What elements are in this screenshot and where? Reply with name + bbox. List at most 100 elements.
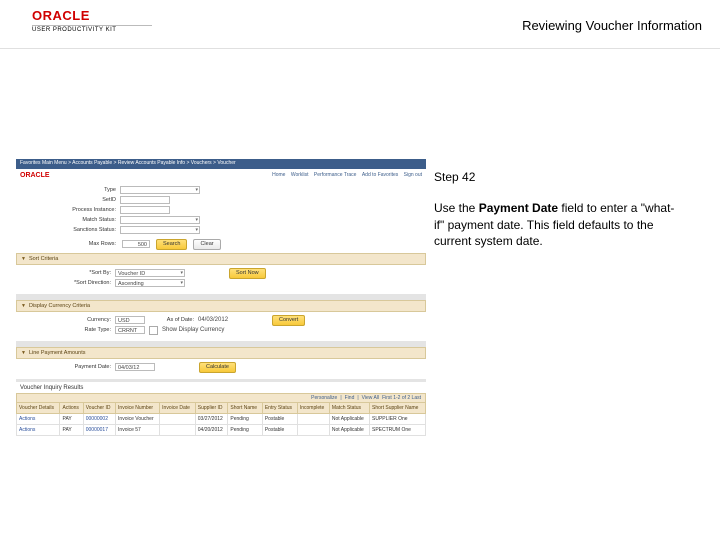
as-of-date-label: As of Date: [149, 317, 194, 323]
sort-criteria-body: *Sort By: Voucher ID *Sort Direction: As… [16, 265, 426, 294]
col-incomplete[interactable]: Incomplete [297, 403, 329, 414]
show-display-checkbox[interactable] [149, 326, 158, 335]
brand-logo: ORACLE USER PRODUCTIVITY KIT [32, 8, 152, 33]
currency-input[interactable]: USD [115, 316, 145, 324]
cell [160, 425, 196, 436]
process-instance-label: Process Instance: [56, 207, 116, 213]
sort-direction-input[interactable]: Ascending [115, 279, 185, 287]
sanctions-status-label: Sanctions Status: [56, 227, 116, 233]
pager-personalize[interactable]: Personalize [311, 395, 337, 401]
sort-by-label: *Sort By: [56, 270, 111, 276]
setid-input[interactable] [120, 196, 170, 204]
collapse-icon: ▼ [21, 301, 26, 311]
voucher-app: Favorites Main Menu > Accounts Payable >… [16, 159, 426, 436]
cell: PAY [60, 414, 83, 425]
cell: Pending [228, 414, 262, 425]
cell[interactable]: 00000002 [83, 414, 115, 425]
col-match-status[interactable]: Match Status [329, 403, 369, 414]
cell: Invoice 57 [116, 425, 160, 436]
link-home[interactable]: Home [272, 172, 285, 178]
cell: Invoice Voucher [116, 414, 160, 425]
cell: PAY [60, 425, 83, 436]
display-currency-body: Currency: USD As of Date: 04/03/2012 Rat… [16, 312, 426, 341]
cell: Postable [262, 425, 297, 436]
cell-actions-link[interactable]: Actions [17, 414, 60, 425]
section-display-currency[interactable]: ▼ Display Currency Criteria [16, 300, 426, 312]
cell [160, 414, 196, 425]
cell [297, 414, 329, 425]
col-invoice-number[interactable]: Invoice Number [116, 403, 160, 414]
app-breadcrumb: Favorites Main Menu > Accounts Payable >… [16, 159, 426, 169]
col-supplier-name[interactable]: Short Supplier Name [370, 403, 426, 414]
col-entry-status[interactable]: Entry Status [262, 403, 297, 414]
app-header-row: ORACLE Home Worklist Performance Trace A… [16, 169, 426, 181]
payment-date-label: Payment Date: [56, 364, 111, 370]
link-add-favorites[interactable]: Add to Favorites [362, 172, 398, 178]
payment-date-input[interactable]: 04/03/12 [115, 363, 155, 371]
col-voucher-details[interactable]: Voucher Details [17, 403, 60, 414]
as-of-date-value: 04/03/2012 [198, 317, 228, 323]
results-table: Voucher Details Actions Voucher ID Invoi… [16, 402, 426, 436]
app-header-links: Home Worklist Performance Trace Add to F… [268, 172, 422, 178]
cell: Not Applicable [329, 414, 369, 425]
pager-viewall[interactable]: View All [362, 395, 379, 401]
section-line-payment[interactable]: ▼ Line Payment Amounts [16, 347, 426, 359]
brand-text: ORACLE [32, 8, 152, 23]
rate-type-label: Rate Type: [56, 327, 111, 333]
collapse-icon: ▼ [21, 348, 26, 358]
sanctions-status-input[interactable] [120, 226, 200, 234]
main-area: Favorites Main Menu > Accounts Payable >… [0, 49, 720, 436]
cell: SUPPLIER One [370, 414, 426, 425]
link-perf-trace[interactable]: Performance Trace [314, 172, 357, 178]
sort-now-button[interactable]: Sort Now [229, 268, 266, 279]
collapse-icon: ▼ [21, 254, 26, 264]
search-form: Type SetID Process Instance: Match Statu… [16, 181, 426, 253]
results-pager: Personalize| Find| View All First 1-2 of… [16, 393, 426, 402]
table-header-row: Voucher Details Actions Voucher ID Invoi… [17, 403, 426, 414]
table-row[interactable]: Actions PAY 00000002 Invoice Voucher 03/… [17, 414, 426, 425]
cell-actions-link[interactable]: Actions [17, 425, 60, 436]
rate-type-input[interactable]: CRRNT [115, 326, 145, 334]
cell [297, 425, 329, 436]
brand-subtext: USER PRODUCTIVITY KIT [32, 25, 152, 33]
type-input[interactable] [120, 186, 200, 194]
cell[interactable]: 00000017 [83, 425, 115, 436]
instr-bold: Payment Date [479, 201, 558, 215]
sort-criteria-title: Sort Criteria [29, 254, 58, 264]
max-rows-label: Max Rows: [56, 241, 116, 247]
match-status-input[interactable] [120, 216, 200, 224]
section-sort-criteria[interactable]: ▼ Sort Criteria [16, 253, 426, 265]
type-label: Type [56, 187, 116, 193]
convert-button[interactable]: Convert [272, 315, 305, 326]
col-supplier-id[interactable]: Supplier ID [195, 403, 228, 414]
search-button[interactable]: Search [156, 239, 187, 250]
col-voucher-id[interactable]: Voucher ID [83, 403, 115, 414]
topic-title: Reviewing Voucher Information [522, 18, 702, 33]
clear-button[interactable]: Clear [193, 239, 220, 250]
table-row[interactable]: Actions PAY 00000017 Invoice 57 04/20/20… [17, 425, 426, 436]
instruction-text: Use the Payment Date field to enter a "w… [434, 200, 684, 250]
sort-by-input[interactable]: Voucher ID [115, 269, 185, 277]
pager-range: First 1-2 of 2 Last [382, 395, 421, 401]
pager-find[interactable]: Find [345, 395, 355, 401]
cell: SPECTRUM One [370, 425, 426, 436]
cell: 04/20/2012 [195, 425, 228, 436]
col-short-name[interactable]: Short Name [228, 403, 262, 414]
link-worklist[interactable]: Worklist [291, 172, 309, 178]
link-signout[interactable]: Sign out [404, 172, 422, 178]
col-actions[interactable]: Actions [60, 403, 83, 414]
line-payment-title: Line Payment Amounts [29, 348, 86, 358]
step-label: Step 42 [434, 169, 684, 186]
process-instance-input[interactable] [120, 206, 170, 214]
calculate-button[interactable]: Calculate [199, 362, 236, 373]
currency-label: Currency: [56, 317, 111, 323]
app-logo: ORACLE [20, 172, 50, 179]
col-invoice-date[interactable]: Invoice Date [160, 403, 196, 414]
sort-direction-label: *Sort Direction: [56, 280, 111, 286]
cell: Pending [228, 425, 262, 436]
line-payment-body: Payment Date: 04/03/12 Calculate [16, 359, 426, 379]
results-title: Voucher Inquiry Results [16, 382, 426, 393]
max-rows-input[interactable]: 500 [122, 240, 150, 248]
cell: 03/27/2012 [195, 414, 228, 425]
instr-pre: Use the [434, 201, 479, 215]
